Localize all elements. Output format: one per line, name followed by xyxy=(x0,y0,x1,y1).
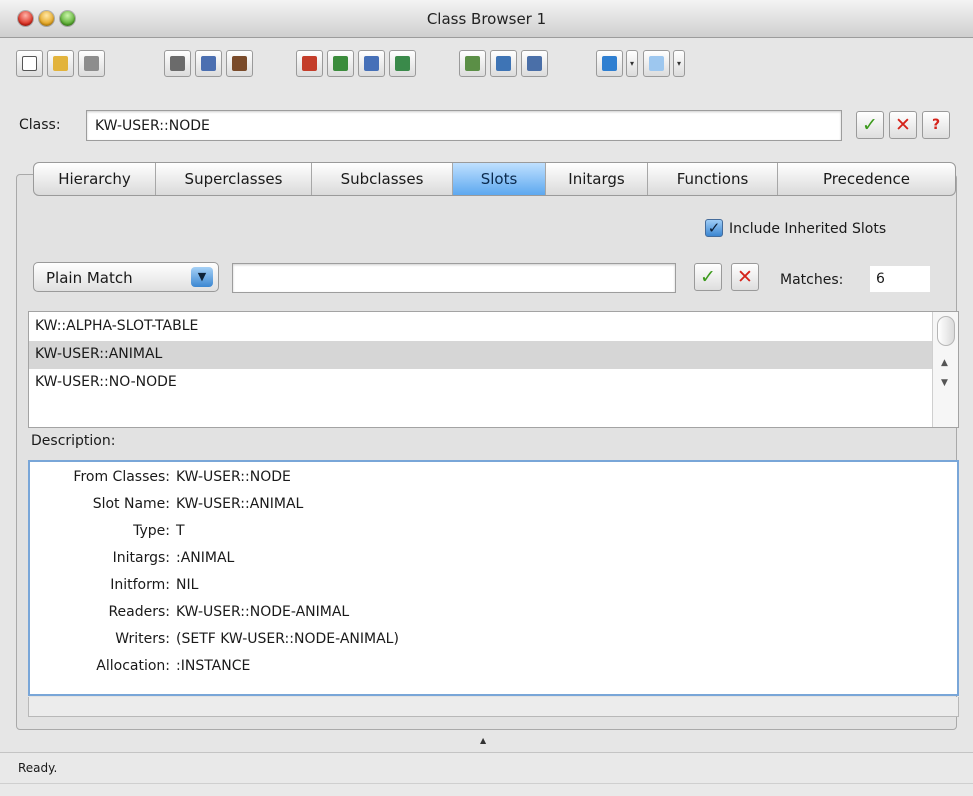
chevron-down-icon: ▾ xyxy=(629,59,634,68)
search-window-icon xyxy=(527,56,542,71)
tab-slots[interactable]: Slots xyxy=(453,163,546,195)
splitter-handle-icon[interactable]: ▲ xyxy=(480,736,486,745)
new-document-icon xyxy=(22,56,37,71)
checkmark-icon: ✓ xyxy=(862,114,878,136)
forward-button[interactable] xyxy=(643,50,670,77)
slot-list: KW::ALPHA-SLOT-TABLE KW-USER::ANIMAL KW-… xyxy=(28,311,959,428)
tab-functions[interactable]: Functions xyxy=(648,163,778,195)
paste-button[interactable] xyxy=(226,50,253,77)
list-item-selected[interactable]: KW-USER::ANIMAL xyxy=(29,341,932,369)
paste-clipboard-icon xyxy=(232,56,247,71)
save-button[interactable] xyxy=(78,50,105,77)
edit-icon xyxy=(364,56,379,71)
description-horizontal-scrollbar[interactable] xyxy=(28,697,959,717)
back-history-dropdown[interactable]: ▾ xyxy=(626,50,638,77)
copy-icon xyxy=(201,56,216,71)
back-button[interactable] xyxy=(596,50,623,77)
tab-superclasses[interactable]: Superclasses xyxy=(156,163,312,195)
close-icon: ✕ xyxy=(737,266,753,288)
scroll-up-icon[interactable]: ▲ xyxy=(941,358,948,368)
description-label: Description: xyxy=(31,433,116,449)
open-folder-icon xyxy=(53,56,68,71)
tab-initargs[interactable]: Initargs xyxy=(546,163,648,195)
scroll-down-icon[interactable]: ▼ xyxy=(941,378,948,388)
list-item[interactable]: KW::ALPHA-SLOT-TABLE xyxy=(29,313,932,341)
list-item[interactable]: KW-USER::NO-NODE xyxy=(29,369,932,397)
chevron-down-icon: ▾ xyxy=(676,59,681,68)
matches-label: Matches: xyxy=(780,272,844,288)
class-row: Class: KW-USER::NODE ✓ ✕ ? xyxy=(0,106,973,146)
title-bar: Class Browser 1 xyxy=(0,0,973,38)
class-input[interactable]: KW-USER::NODE xyxy=(86,110,842,141)
forward-arrow-icon xyxy=(649,56,664,71)
save-disk-icon xyxy=(84,56,99,71)
back-arrow-icon xyxy=(602,56,617,71)
clear-filter-button[interactable]: ✕ xyxy=(731,263,759,291)
apply-filter-button[interactable]: ✓ xyxy=(694,263,722,291)
filter-input[interactable] xyxy=(232,263,676,293)
tab-precedence[interactable]: Precedence xyxy=(778,163,955,195)
file-button[interactable] xyxy=(459,50,486,77)
match-mode-value: Plain Match xyxy=(46,269,133,287)
list-scrollbar[interactable]: ▲ ▼ xyxy=(932,312,958,427)
status-bar: Ready. xyxy=(0,752,973,796)
tab-hierarchy[interactable]: Hierarchy xyxy=(34,163,156,195)
inspect-icon xyxy=(302,56,317,71)
new-document-button[interactable] xyxy=(16,50,43,77)
open-folder-button[interactable] xyxy=(47,50,74,77)
copy-button[interactable] xyxy=(195,50,222,77)
browse-icon xyxy=(333,56,348,71)
chevron-down-icon: ▼ xyxy=(191,267,213,287)
edit-button[interactable] xyxy=(358,50,385,77)
inspect-button[interactable] xyxy=(296,50,323,77)
browse-button[interactable] xyxy=(327,50,354,77)
help-icon: ? xyxy=(931,117,941,133)
list-button[interactable] xyxy=(490,50,517,77)
cancel-class-button[interactable]: ✕ xyxy=(889,111,917,139)
match-mode-select[interactable]: Plain Match ▼ xyxy=(33,262,219,292)
file-icon xyxy=(465,56,480,71)
forward-history-dropdown[interactable]: ▾ xyxy=(673,50,685,77)
cut-button[interactable] xyxy=(164,50,191,77)
graph-icon xyxy=(395,56,410,71)
checkmark-icon: ✓ xyxy=(700,266,716,288)
matches-count: 6 xyxy=(870,266,930,292)
description-panel: From Classes: KW-USER::NODE Slot Name: K… xyxy=(28,460,959,696)
search-window-button[interactable] xyxy=(521,50,548,77)
cut-scissors-icon xyxy=(170,56,185,71)
class-label: Class: xyxy=(19,117,61,133)
include-inherited-checkbox[interactable]: ✓ xyxy=(705,219,723,237)
help-button[interactable]: ? xyxy=(922,111,950,139)
tab-subclasses[interactable]: Subclasses xyxy=(312,163,453,195)
accept-class-button[interactable]: ✓ xyxy=(856,111,884,139)
list-icon xyxy=(496,56,511,71)
status-text: Ready. xyxy=(18,761,58,775)
scrollbar-thumb[interactable] xyxy=(937,316,955,346)
close-icon: ✕ xyxy=(895,114,911,136)
include-inherited-label: Include Inherited Slots xyxy=(729,221,887,237)
status-divider xyxy=(0,783,973,784)
graph-button[interactable] xyxy=(389,50,416,77)
window-title: Class Browser 1 xyxy=(426,10,547,28)
tab-bar: Hierarchy Superclasses Subclasses Slots … xyxy=(33,162,956,196)
